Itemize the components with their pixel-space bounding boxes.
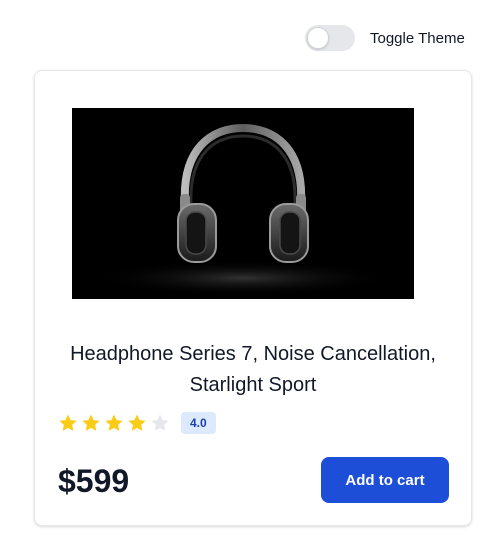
add-to-cart-button[interactable]: Add to cart bbox=[321, 457, 449, 503]
theme-toggle-label: Toggle Theme bbox=[370, 29, 465, 47]
product-card: Headphone Series 7, Noise Cancellation, … bbox=[34, 70, 472, 526]
product-price: $599 bbox=[58, 463, 130, 499]
product-image[interactable] bbox=[72, 108, 414, 299]
rating-badge: 4.0 bbox=[181, 412, 216, 434]
product-title[interactable]: Headphone Series 7, Noise Cancellation, … bbox=[57, 339, 449, 401]
star-icon bbox=[151, 414, 169, 431]
star-icon bbox=[128, 414, 146, 431]
star-icon bbox=[82, 414, 100, 431]
headphones-icon bbox=[72, 108, 414, 299]
rating: 4.0 bbox=[58, 411, 216, 435]
theme-toggle-switch[interactable] bbox=[305, 25, 355, 51]
theme-toggle[interactable]: Toggle Theme bbox=[305, 25, 465, 51]
star-icon bbox=[59, 414, 77, 431]
star-icon bbox=[105, 414, 123, 431]
theme-toggle-knob bbox=[307, 27, 329, 49]
